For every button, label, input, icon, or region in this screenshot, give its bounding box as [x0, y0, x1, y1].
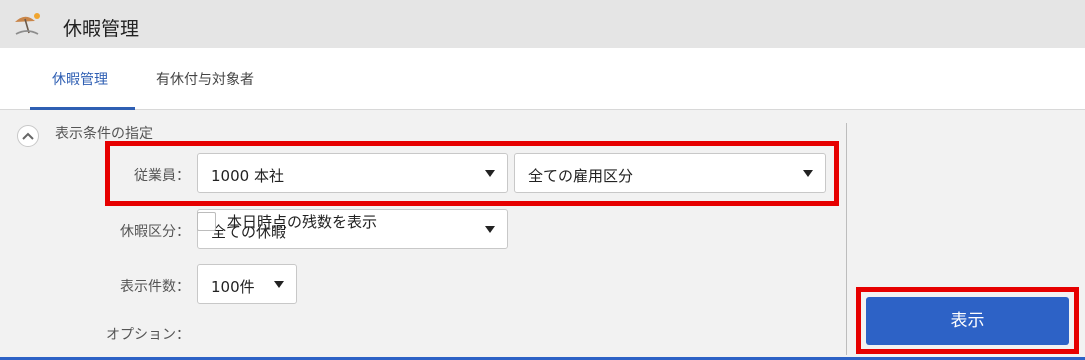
option-label: オプション： — [106, 327, 190, 343]
caret-down-icon — [485, 170, 495, 177]
employment-type-select[interactable]: 全ての雇用区分 — [514, 153, 826, 193]
caret-down-icon — [274, 281, 284, 288]
remaining-balance-checkbox-label[interactable]: 本日時点の残数を表示 — [227, 211, 377, 232]
employee-label: 従業員： — [134, 168, 190, 184]
page-title: 休暇管理 — [63, 18, 140, 40]
employment-type-select-value: 全ての雇用区分 — [528, 167, 634, 185]
section-title: 表示条件の指定 — [55, 126, 153, 142]
count-select-value: 100件 — [211, 278, 255, 296]
leave-type-label: 休暇区分： — [120, 224, 190, 240]
caret-down-icon — [803, 170, 813, 177]
count-select[interactable]: 100件 — [197, 264, 297, 304]
chevron-up-icon — [22, 132, 34, 140]
divider — [846, 123, 847, 355]
tab-bar: 休暇管理 有休付与対象者 — [0, 48, 1085, 110]
office-select[interactable]: 1000 本社 — [197, 153, 508, 193]
beach-umbrella-icon — [12, 12, 42, 38]
tab-leave-management[interactable]: 休暇管理 — [52, 69, 108, 89]
office-select-value: 1000 本社 — [211, 167, 284, 185]
tab-paid-leave-eligible[interactable]: 有休付与対象者 — [156, 69, 254, 89]
collapse-button[interactable] — [17, 125, 39, 147]
caret-down-icon — [485, 226, 495, 233]
active-tab-indicator — [30, 107, 135, 110]
title-bar: 休暇管理 — [0, 0, 1085, 48]
count-label: 表示件数： — [120, 279, 190, 295]
remaining-balance-checkbox[interactable] — [197, 212, 216, 231]
display-button[interactable]: 表示 — [866, 297, 1069, 345]
